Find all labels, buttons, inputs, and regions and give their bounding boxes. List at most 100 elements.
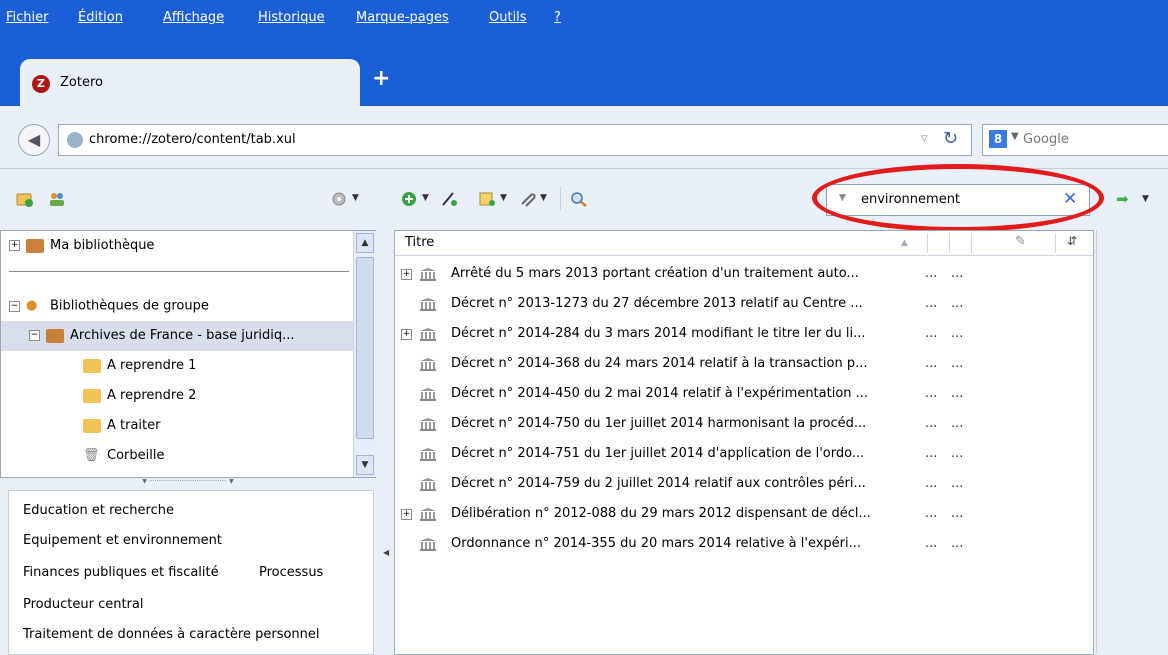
column-separator[interactable] xyxy=(971,233,972,253)
menu-help[interactable]: ? xyxy=(554,10,561,25)
tag-item[interactable]: Traitement de données à caractère person… xyxy=(23,627,320,642)
new-collection-icon[interactable] xyxy=(16,191,34,207)
collection-a-traiter[interactable]: A traiter xyxy=(83,411,161,441)
item-row[interactable]: Décret n° 2014-759 du 2 juillet 2014 rel… xyxy=(395,469,1093,499)
column-separator[interactable] xyxy=(927,233,928,253)
menu-bar: Fichier Édition Affichage Historique Mar… xyxy=(0,0,1168,40)
tag-item[interactable]: Equipement et environnement xyxy=(23,533,222,548)
expand-icon[interactable]: + xyxy=(401,509,412,520)
collapse-arrow-icon[interactable]: ◀ xyxy=(383,548,389,557)
item-title: Délibération n° 2012-088 du 29 mars 2012… xyxy=(451,506,871,521)
item-row[interactable]: Décret n° 2014-750 du 1er juillet 2014 h… xyxy=(395,409,1093,439)
column-picker-icon[interactable]: ⇵ xyxy=(1067,234,1077,248)
attachment-icon[interactable] xyxy=(518,191,536,207)
new-note-icon[interactable] xyxy=(478,191,496,207)
item-row[interactable]: Décret n° 2013-1273 du 27 décembre 2013 … xyxy=(395,289,1093,319)
expand-icon[interactable]: + xyxy=(401,269,412,280)
statute-icon xyxy=(420,448,436,461)
url-dropdown-icon[interactable]: ▿ xyxy=(921,131,928,146)
collection-label: A reprendre 1 xyxy=(107,358,197,373)
statute-icon xyxy=(420,418,436,431)
menu-historique[interactable]: Historique xyxy=(258,10,325,25)
menu-affichage[interactable]: Affichage xyxy=(163,10,224,25)
item-row[interactable]: Ordonnance n° 2014-355 du 20 mars 2014 r… xyxy=(395,529,1093,559)
tag-item[interactable]: Finances publiques et fiscalité xyxy=(23,565,219,580)
statute-icon xyxy=(420,298,436,311)
statute-icon xyxy=(420,358,436,371)
advanced-search-icon[interactable] xyxy=(570,191,588,207)
expand-icon[interactable]: + xyxy=(401,329,412,340)
collection-label: Ma bibliothèque xyxy=(50,238,155,253)
actions-gear-icon[interactable] xyxy=(330,191,348,207)
attachment-caret-icon[interactable]: ▼ xyxy=(540,193,547,203)
go-caret-icon[interactable]: ▼ xyxy=(1142,194,1149,204)
collection-my-library[interactable]: + Ma bibliothèque xyxy=(9,231,154,261)
navigation-bar: ◀ chrome://zotero/content/tab.xul ▿ ↻ 8 … xyxy=(0,106,1168,169)
tag-item[interactable]: Processus xyxy=(259,565,323,580)
web-search-bar[interactable]: 8 ▼ Google xyxy=(982,124,1168,156)
attachment-column-icon[interactable]: ✎ xyxy=(1015,234,1026,249)
pane-resize-grippy[interactable]: ▼ ······································… xyxy=(0,478,376,488)
collapse-icon[interactable]: − xyxy=(29,330,40,341)
collection-a-reprendre-2[interactable]: A reprendre 2 xyxy=(83,381,196,411)
menu-marque-pages[interactable]: Marque-pages xyxy=(356,10,449,25)
item-cell: ... xyxy=(951,536,964,551)
item-row[interactable]: Décret n° 2014-368 du 24 mars 2014 relat… xyxy=(395,349,1093,379)
item-cell: ... xyxy=(951,296,964,311)
column-header-title[interactable]: Titre xyxy=(405,235,434,250)
column-separator[interactable] xyxy=(1055,233,1056,253)
collection-archives-de-france[interactable]: − Archives de France - base juridiq... xyxy=(1,321,353,351)
back-button[interactable]: ◀ xyxy=(18,124,50,156)
scroll-thumb[interactable] xyxy=(356,257,374,439)
add-by-identifier-icon[interactable] xyxy=(440,191,458,207)
item-cell: ... xyxy=(951,266,964,281)
collection-corbeille[interactable]: 🗑 Corbeille xyxy=(83,441,164,471)
item-cell: ... xyxy=(925,536,938,551)
column-separator[interactable] xyxy=(949,233,950,253)
expand-icon[interactable]: + xyxy=(9,240,20,251)
tab-zotero[interactable]: Z Zotero xyxy=(20,59,360,107)
item-row[interactable]: + Arrêté du 5 mars 2013 portant création … xyxy=(395,259,1093,289)
url-bar[interactable]: chrome://zotero/content/tab.xul ▿ ↻ xyxy=(58,124,972,156)
collection-group-libraries[interactable]: − ● Bibliothèques de groupe xyxy=(9,291,209,321)
tag-item[interactable]: Education et recherche xyxy=(23,503,174,518)
new-note-caret-icon[interactable]: ▼ xyxy=(500,193,507,203)
item-title: Décret n° 2014-368 du 24 mars 2014 relat… xyxy=(451,356,868,371)
item-row[interactable]: Décret n° 2014-751 du 1er juillet 2014 d… xyxy=(395,439,1093,469)
actions-caret-icon[interactable]: ▼ xyxy=(352,193,359,203)
scroll-up-icon[interactable]: ▲ xyxy=(356,233,374,253)
pane-splitter[interactable]: ◀ xyxy=(380,230,392,653)
folder-icon xyxy=(83,418,101,433)
item-cell: ... xyxy=(951,356,964,371)
collapse-icon[interactable]: − xyxy=(9,300,20,312)
menu-fichier[interactable]: Fichier xyxy=(6,10,49,25)
web-search-placeholder: Google xyxy=(1023,132,1069,147)
tag-item[interactable]: Producteur central xyxy=(23,597,143,612)
item-cell: ... xyxy=(925,356,938,371)
new-tab-button[interactable]: + xyxy=(372,66,390,91)
library-icon xyxy=(46,328,64,343)
item-cell: ... xyxy=(951,446,964,461)
reload-icon[interactable]: ↻ xyxy=(943,128,958,149)
new-item-caret-icon[interactable]: ▼ xyxy=(422,193,429,203)
item-row[interactable]: + Délibération n° 2012-088 du 29 mars 201… xyxy=(395,499,1093,529)
search-engine-dropdown-icon[interactable]: ▼ xyxy=(1011,131,1019,142)
new-group-icon[interactable] xyxy=(48,191,66,207)
new-item-icon[interactable] xyxy=(400,191,418,207)
search-engine-icon[interactable]: 8 xyxy=(989,130,1007,148)
collections-scrollbar[interactable]: ▲ ▼ xyxy=(353,231,376,477)
item-title: Décret n° 2013-1273 du 27 décembre 2013 … xyxy=(451,296,863,311)
items-header: Titre ▲ ✎ ⇵ xyxy=(395,231,1093,256)
statute-icon xyxy=(420,268,436,281)
collection-a-reprendre-1[interactable]: A reprendre 1 xyxy=(83,351,196,381)
item-row[interactable]: + Décret n° 2014-284 du 3 mars 2014 modif… xyxy=(395,319,1093,349)
item-cell: ... xyxy=(925,446,938,461)
go-arrow-icon[interactable]: ➡ xyxy=(1116,190,1129,208)
scroll-down-icon[interactable]: ▼ xyxy=(356,455,374,475)
menu-edition[interactable]: Édition xyxy=(78,10,123,25)
item-title: Décret n° 2014-759 du 2 juillet 2014 rel… xyxy=(451,476,866,491)
menu-outils[interactable]: Outils xyxy=(489,10,527,25)
item-row[interactable]: Décret n° 2014-450 du 2 mai 2014 relatif… xyxy=(395,379,1093,409)
library-icon xyxy=(26,238,44,253)
url-text: chrome://zotero/content/tab.xul xyxy=(89,132,296,147)
